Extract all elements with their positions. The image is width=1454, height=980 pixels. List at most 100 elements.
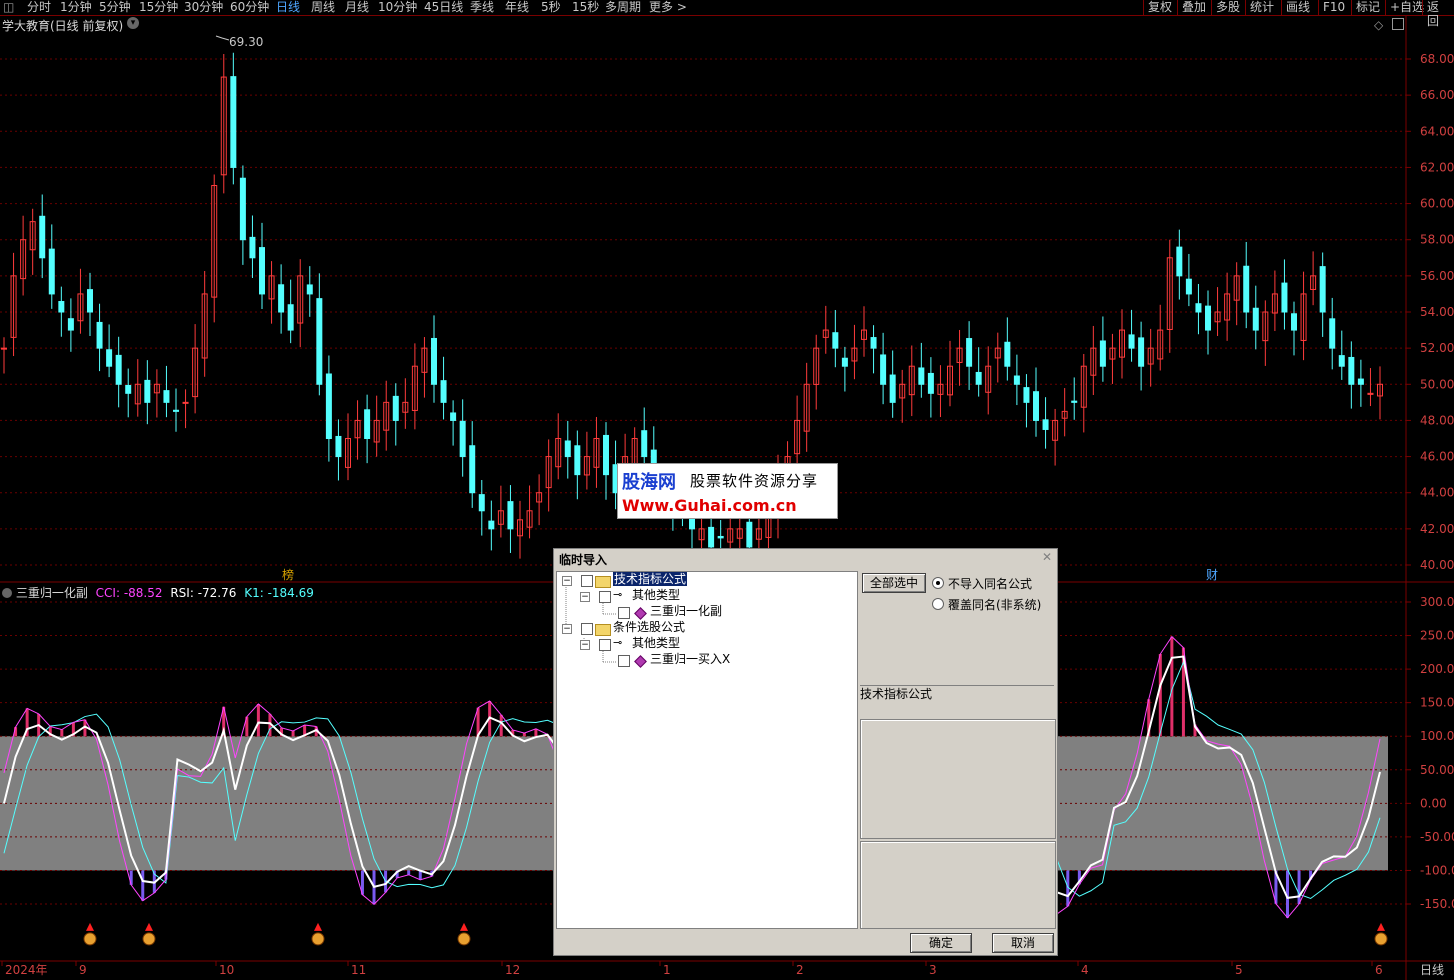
price-tick-label: 64.00	[1420, 124, 1454, 138]
period-tab[interactable]: 5秒	[541, 0, 561, 15]
expand-toggle-other-1[interactable]: −	[580, 592, 590, 602]
price-tick-label: 42.00	[1420, 522, 1454, 536]
candle-body	[507, 501, 514, 530]
toolbar-button[interactable]: 复权	[1143, 0, 1176, 15]
expand-toggle-other-2[interactable]: −	[580, 640, 590, 650]
buy-arrow-icon	[314, 922, 322, 931]
checkbox-tech-formula[interactable]	[581, 575, 593, 587]
period-tab[interactable]: 季线	[470, 0, 494, 15]
x-axis-label: 5	[1235, 963, 1243, 977]
candle-body	[1291, 313, 1297, 331]
toolbar-button[interactable]: 返回	[1422, 0, 1454, 28]
option-overwrite-label: 覆盖同名(非系统)	[948, 598, 1042, 612]
candle-body	[966, 338, 973, 367]
candle-body	[1319, 266, 1326, 313]
price-tick-label: 44.00	[1420, 486, 1454, 500]
price-tick-label: 48.00	[1420, 413, 1454, 427]
folder-icon	[595, 576, 611, 588]
candle-body	[1329, 318, 1336, 349]
tree-item-screen-formula[interactable]: 条件选股公式	[613, 620, 685, 635]
checkbox-other-type-1[interactable]	[599, 591, 611, 603]
toolbar-button[interactable]: 多股	[1211, 0, 1244, 15]
candle-body	[1138, 337, 1145, 367]
expand-toggle-screen[interactable]: −	[562, 624, 572, 634]
candle-body	[182, 401, 189, 404]
toolbar-button[interactable]: 叠加	[1177, 0, 1210, 15]
indicator-tick-label: 50.00	[1420, 763, 1454, 777]
candle-body	[1071, 400, 1078, 403]
period-tab[interactable]: 更多 >	[649, 0, 687, 15]
candle-body	[1205, 305, 1211, 331]
price-tick-label: 52.00	[1420, 341, 1454, 355]
tree-item-formula-2[interactable]: 三重归一买入X	[650, 652, 730, 667]
period-corner-label: 日线	[1420, 963, 1444, 977]
indicator-tick-label: 200.0	[1420, 662, 1454, 676]
candle-body	[1, 347, 7, 350]
candle-body	[1195, 303, 1202, 313]
x-axis-label: 2	[796, 963, 804, 977]
cancel-button[interactable]: 取消	[992, 933, 1054, 953]
checkbox-formula-1[interactable]	[618, 607, 630, 619]
period-tab[interactable]: 60分钟	[230, 0, 269, 15]
candle-body	[717, 535, 724, 539]
period-tab[interactable]: 周线	[311, 0, 335, 15]
toolbar-menu-icon[interactable]: ◫	[3, 0, 17, 15]
checkbox-screen-formula[interactable]	[581, 623, 593, 635]
period-tab[interactable]: 1分钟	[60, 0, 92, 15]
period-tab[interactable]: 5分钟	[99, 0, 131, 15]
key-icon: ⊸	[613, 588, 623, 601]
candle-body	[335, 435, 342, 458]
buy-arrow-icon	[86, 922, 94, 931]
tree-item-other-type-2[interactable]: 其他类型	[632, 636, 680, 651]
toolbar-button[interactable]: 标记	[1351, 0, 1384, 15]
indicator-tick-label: 150.0	[1420, 696, 1454, 710]
candle-body	[841, 357, 848, 367]
ok-button[interactable]: 确定	[910, 933, 972, 953]
select-all-button[interactable]: 全部选中	[862, 573, 926, 593]
period-tab[interactable]: 45日线	[424, 0, 463, 15]
period-tab[interactable]: 分时	[27, 0, 51, 15]
close-icon[interactable]: ✕	[1041, 551, 1053, 563]
indicator-name: 三重归一化副	[15, 586, 88, 600]
period-tab[interactable]: 30分钟	[184, 0, 223, 15]
indicator-menu-icon[interactable]	[2, 588, 12, 598]
period-tab[interactable]: 10分钟	[378, 0, 417, 15]
price-tick-label: 46.00	[1420, 450, 1454, 464]
tree-item-other-type-1[interactable]: 其他类型	[632, 588, 680, 603]
radio-no-import[interactable]	[932, 577, 944, 589]
period-tab[interactable]: 月线	[345, 0, 369, 15]
period-tab[interactable]: 多周期	[605, 0, 641, 15]
watermark-logo: 股海网	[622, 472, 676, 493]
x-axis-label: 11	[351, 963, 366, 977]
price-tick-label: 50.00	[1420, 377, 1454, 391]
toolbar-button[interactable]: F10	[1318, 0, 1349, 15]
candle-body	[1176, 246, 1183, 277]
price-tick-label: 56.00	[1420, 269, 1454, 283]
toolbar-button[interactable]: 统计	[1245, 0, 1278, 15]
period-tab[interactable]: 年线	[505, 0, 529, 15]
candle-body	[106, 349, 113, 367]
buy-arrow-icon	[145, 922, 153, 931]
checkbox-other-type-2[interactable]	[599, 639, 611, 651]
period-tab[interactable]: 15秒	[572, 0, 599, 15]
price-tick-label: 58.00	[1420, 233, 1454, 247]
tree-item-tech-formula[interactable]: 技术指标公式	[613, 572, 688, 586]
tree-item-formula-1[interactable]: 三重归一化副	[650, 604, 722, 619]
folder-icon	[595, 624, 611, 636]
window-restore-icon[interactable]	[1392, 18, 1404, 30]
diamond-icon[interactable]: ◇	[1374, 18, 1383, 32]
period-tab[interactable]: 日线	[276, 0, 300, 15]
price-tick-label: 68.00	[1420, 52, 1454, 66]
x-axis-label: 10	[219, 963, 234, 977]
toolbar-button[interactable]: 画线	[1281, 0, 1314, 15]
dialog-titlebar[interactable]: 临时导入 ✕	[554, 549, 1057, 567]
title-dropdown-icon[interactable]: ▾	[127, 17, 139, 29]
period-tab[interactable]: 15分钟	[139, 0, 178, 15]
expand-toggle-tech[interactable]: −	[562, 576, 572, 586]
event-marker: 财	[1206, 568, 1218, 582]
candle-body	[249, 236, 256, 259]
formula-tree: − 技术指标公式 − ⊸ 其他类型 三重归一化副 − 条件选股公式 − ⊸ 其他…	[556, 571, 858, 929]
checkbox-formula-2[interactable]	[618, 655, 630, 667]
candle-body	[364, 409, 371, 439]
radio-overwrite[interactable]	[932, 598, 944, 610]
